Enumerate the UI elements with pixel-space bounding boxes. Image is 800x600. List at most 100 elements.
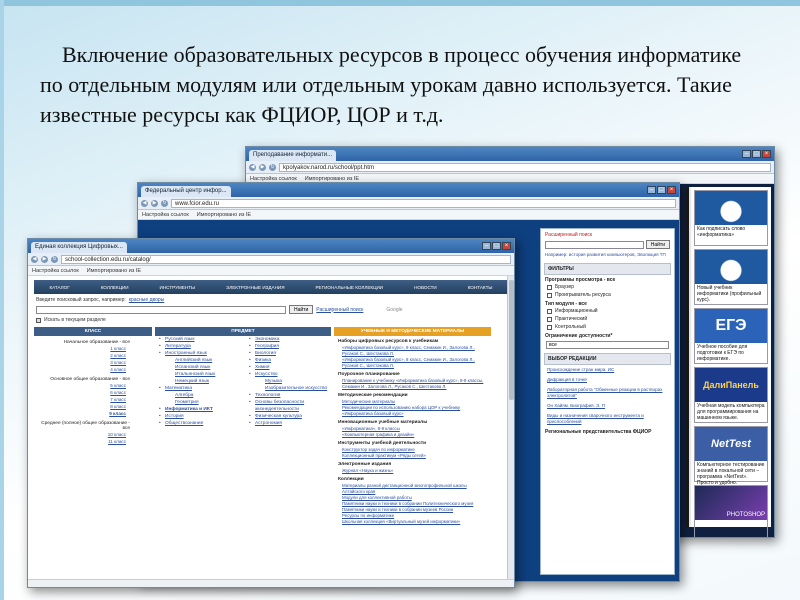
back-icon[interactable]: ◀ [31, 255, 38, 263]
subject-link[interactable]: Литература [155, 343, 241, 350]
checkbox-icon[interactable] [547, 308, 552, 314]
sidebar-card[interactable]: PHOTOSHOP [694, 485, 768, 537]
materials-link[interactable]: Рекомендации по использованию набора ЦОР… [334, 405, 491, 417]
bookmark-item[interactable]: Настройка ссылок [250, 176, 297, 182]
scrollbar-thumb[interactable] [509, 280, 514, 400]
class-link[interactable]: 1 класс [34, 345, 152, 352]
class-link[interactable]: 11 класс [34, 438, 152, 445]
materials-link[interactable]: «Информатика базовый курс», 8 класс, Сем… [334, 357, 491, 369]
program-checkbox[interactable]: Проигрыватель ресурса [541, 291, 674, 299]
program-checkbox[interactable]: Браузер [541, 283, 674, 291]
checkbox-icon[interactable] [547, 292, 552, 298]
subject-link[interactable]: Экономика [245, 336, 331, 343]
module-checkbox[interactable]: Контрольный [541, 323, 674, 331]
level-label[interactable]: Основное общее образование - все [34, 373, 152, 382]
subject-link[interactable]: Биология [245, 350, 331, 357]
menu-item[interactable]: Новости [414, 285, 437, 290]
browser-tab[interactable]: Единая коллекция Цифровых... [31, 242, 127, 253]
level-label[interactable]: Начальное образование - все [34, 336, 152, 345]
menu-item[interactable]: Каталог [49, 285, 69, 290]
menu-item[interactable]: Инструменты [160, 285, 196, 290]
sidebar-card[interactable]: Новый учебник информатики (профильный ку… [694, 249, 768, 305]
subject-link[interactable]: Итальянский язык [155, 371, 241, 378]
class-link[interactable]: 3 класс [34, 359, 152, 366]
editor-link[interactable]: Дифракция в точке [541, 375, 674, 385]
url-input[interactable]: www.fcior.edu.ru [171, 198, 676, 208]
subject-link[interactable]: Химия [245, 364, 331, 371]
materials-link[interactable]: Школьная коллекция «Виртуальный музей ин… [334, 519, 491, 525]
minimize-icon[interactable]: – [482, 242, 491, 250]
menu-item[interactable]: Электронные издания [226, 285, 284, 290]
menu-item[interactable]: Региональные коллекции [315, 285, 383, 290]
subject-link[interactable]: Геометрия [155, 399, 241, 406]
sidebar-card[interactable]: Как подписать слово «информатика» [694, 190, 768, 246]
subject-link[interactable]: Технология [245, 392, 331, 399]
reload-icon[interactable]: ↻ [161, 199, 168, 207]
subject-link[interactable]: Иностранный язык [155, 350, 241, 357]
subject-link[interactable]: Физика [245, 357, 331, 364]
browser-tab[interactable]: Федеральный центр инфор... [141, 186, 231, 197]
search-button[interactable]: Найти [645, 240, 670, 249]
search-example-link[interactable]: красные дворы [129, 297, 164, 303]
reload-icon[interactable]: ↻ [269, 163, 276, 171]
editor-link[interactable]: Лабораторная работа "Обменные реакции в … [541, 385, 674, 401]
level-label[interactable]: Среднее (полное) общее образование - все [34, 417, 152, 431]
vertical-scrollbar[interactable] [507, 276, 514, 579]
subject-link[interactable]: Русский язык [155, 336, 241, 343]
sidebar-card[interactable]: NetTest Компьютерное тестирование знаний… [694, 426, 768, 486]
class-link[interactable]: 10 класс [34, 431, 152, 438]
browser-window-school-collection[interactable]: Единая коллекция Цифровых... – □ × ◀ ▶ ↻… [27, 238, 515, 588]
subject-link[interactable]: Основы безопасности жизнедеятельности [245, 399, 331, 413]
materials-link[interactable]: Материалы разной дистанционной многопроф… [334, 483, 491, 495]
subject-link[interactable]: Изобразительное искусство [245, 385, 331, 392]
checkbox-icon[interactable] [547, 316, 552, 322]
browser-tab[interactable]: Преподавание информати... [249, 150, 337, 161]
bookmark-item[interactable]: Импортировано из IE [197, 212, 251, 218]
editor-link[interactable]: Виды и назначения сварочного инструмента… [541, 411, 674, 427]
materials-link[interactable]: «Информатика базовый курс», 9 класс, Сем… [334, 345, 491, 357]
close-icon[interactable]: × [667, 186, 676, 194]
module-checkbox[interactable]: Информационный [541, 307, 674, 315]
class-link[interactable]: 6 класс [34, 389, 152, 396]
checkbox-icon[interactable] [547, 284, 552, 290]
class-link[interactable]: 7 класс [34, 396, 152, 403]
bookmark-item[interactable]: Импортировано из IE [305, 176, 359, 182]
editor-link[interactable]: Он Хайям. Биография. Э. П [541, 401, 674, 411]
url-input[interactable]: kpolyakov.narod.ru/school/ppt.htm [279, 162, 771, 172]
subject-link[interactable]: География [245, 343, 331, 350]
sidebar-card[interactable]: ЕГЭ Учебное пособие для подготовки к ЕГЭ… [694, 308, 768, 364]
class-link[interactable]: 8 класс [34, 403, 152, 410]
maximize-icon[interactable]: □ [752, 150, 761, 158]
sidebar-card[interactable]: ДалиПанель Учебная модель компьютера для… [694, 367, 768, 423]
subject-link[interactable]: Испанский язык [155, 364, 241, 371]
subject-link[interactable]: Информатика и ИКТ [155, 406, 241, 413]
maximize-icon[interactable]: □ [657, 186, 666, 194]
search-input[interactable] [545, 240, 644, 249]
checkbox-icon[interactable] [547, 324, 552, 330]
module-checkbox[interactable]: Практический [541, 315, 674, 323]
class-link[interactable]: 9 класс [34, 410, 152, 417]
reload-icon[interactable]: ↻ [51, 255, 58, 263]
advanced-search-link[interactable]: Расширенный поиск [541, 229, 674, 238]
subject-link[interactable]: Музыка [245, 378, 331, 385]
class-link[interactable]: 5 класс [34, 382, 152, 389]
bookmark-item[interactable]: Настройка ссылок [142, 212, 189, 218]
search-in-section-checkbox[interactable]: Искать в текущем разделе [28, 316, 514, 324]
subject-link[interactable]: История [155, 413, 241, 420]
close-icon[interactable]: × [762, 150, 771, 158]
subject-link[interactable]: Обществознание [155, 420, 241, 427]
subject-link[interactable]: Немецкий язык [155, 378, 241, 385]
bookmark-item[interactable]: Настройка ссылок [32, 268, 79, 274]
editor-link[interactable]: Происхождение стран мира. ИС [541, 365, 674, 375]
bookmark-item[interactable]: Импортировано из IE [87, 268, 141, 274]
back-icon[interactable]: ◀ [141, 199, 148, 207]
advanced-search-link[interactable]: Расширенный поиск [316, 307, 363, 313]
forward-icon[interactable]: ▶ [259, 163, 266, 171]
forward-icon[interactable]: ▶ [41, 255, 48, 263]
search-button[interactable]: Найти [289, 305, 314, 314]
checkbox-icon[interactable] [36, 317, 41, 323]
access-select[interactable]: все [546, 341, 669, 349]
close-icon[interactable]: × [502, 242, 511, 250]
materials-link[interactable]: Планирование к учебнику «Информатика баз… [334, 378, 491, 390]
back-icon[interactable]: ◀ [249, 163, 256, 171]
